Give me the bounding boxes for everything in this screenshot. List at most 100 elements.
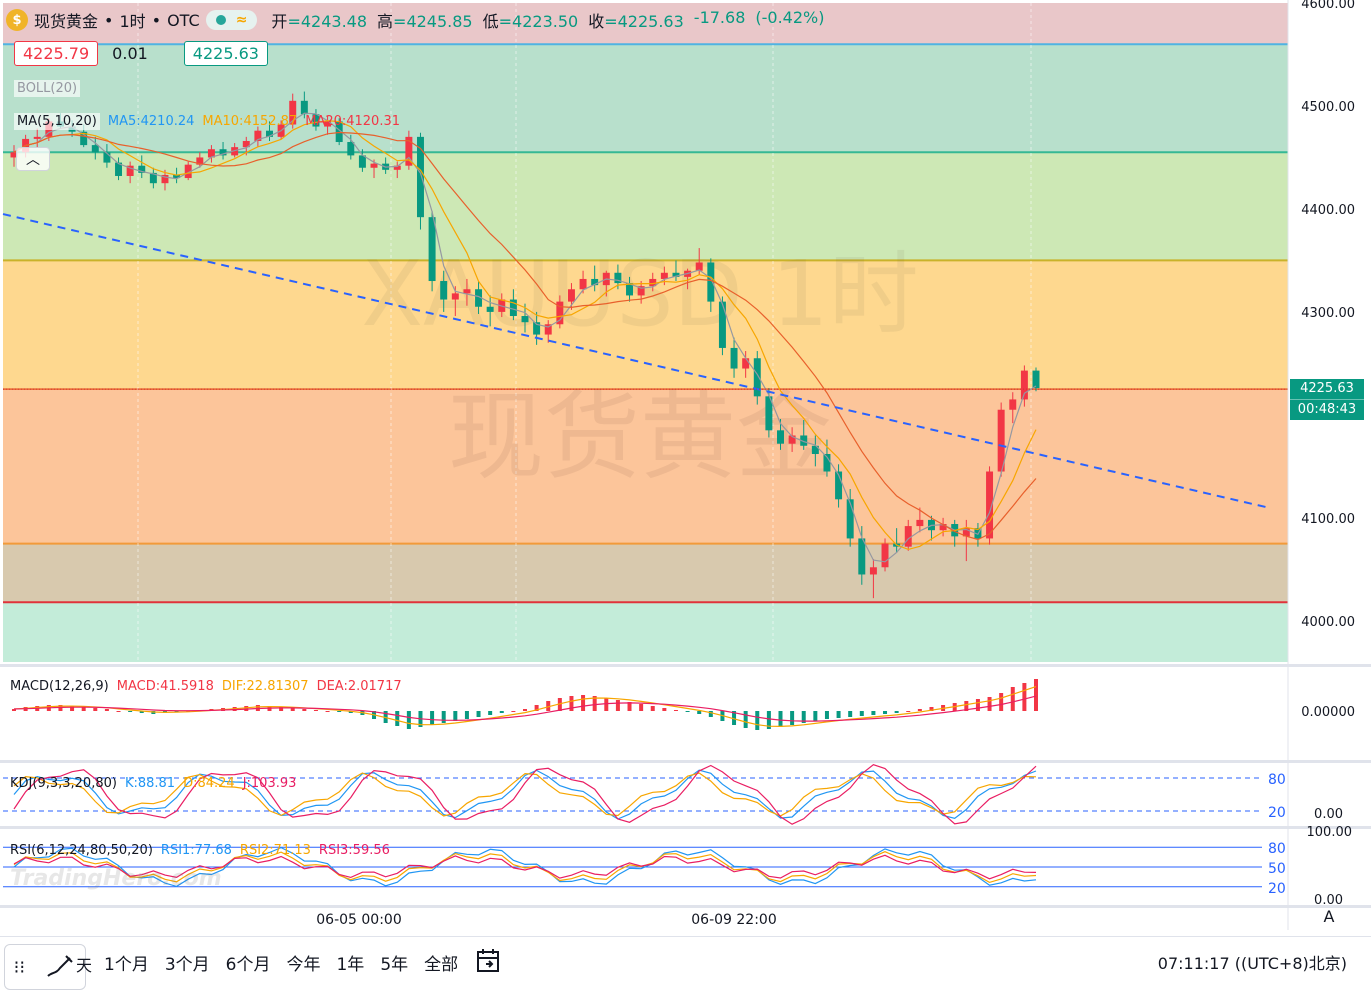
y-tick-label: 4500.00 [1301, 100, 1355, 115]
last-price-value: 4225.63 [1300, 381, 1354, 396]
rsi-level-label: 50 [1268, 861, 1286, 877]
symbol-name[interactable]: 现货黄金 [34, 8, 98, 32]
dif-value: DIF:22.81307 [221, 679, 309, 694]
macd-histogram-bar [650, 706, 655, 711]
macd-histogram-bar [743, 711, 748, 728]
macd-histogram-bar [662, 708, 667, 711]
gold-coin-icon: $ [6, 9, 28, 31]
macd-histogram-bar [883, 711, 888, 714]
macd-histogram-bar [453, 711, 458, 721]
separator-dot: • [151, 10, 162, 30]
rsi-legend[interactable]: RSI(6,12,24,80,50,20) RSI1:77.68 RSI2:71… [10, 843, 390, 858]
macd-histogram-bar [836, 711, 841, 718]
macd-histogram-bar [1022, 683, 1027, 711]
macd-histogram-bar [430, 711, 435, 725]
macd-histogram-bar [511, 711, 516, 712]
open-label: 开 [271, 12, 288, 31]
j-value: J:103.93 [242, 776, 297, 791]
range-6m[interactable]: 6个月 [226, 950, 271, 975]
ma-legend[interactable]: MA(5,10,20) MA5:4210.24 MA10:4152.87 MA2… [14, 113, 400, 130]
macd-histogram-bar [975, 699, 980, 711]
macd-histogram-bar [917, 709, 922, 711]
candle-body [1009, 399, 1017, 410]
range-3m[interactable]: 3个月 [165, 950, 210, 975]
brand-watermark: TradingHero.com [10, 866, 222, 891]
x-tick-label: 06-09 22:00 [691, 912, 776, 928]
macd-histogram-bar [790, 711, 795, 725]
close-label: 收 [588, 12, 605, 31]
kdj-title: KDJ(9,3,3,20,80) [10, 776, 117, 791]
macd-histogram-bar [871, 711, 876, 715]
auto-scale-button[interactable]: A [1318, 906, 1340, 928]
candle-body [916, 519, 924, 527]
rsi1-value: RSI1:77.68 [160, 843, 232, 858]
range-cut-label[interactable]: 天 [76, 952, 92, 976]
macd-histogram-bar [581, 695, 586, 711]
low-value: =4223.50 [498, 12, 579, 31]
macd-histogram-bar [104, 709, 109, 711]
macd-legend[interactable]: MACD(12,26,9) MACD:41.5918 DIF:22.81307 … [10, 679, 402, 694]
ma-title: MA(5,10,20) [14, 113, 100, 130]
candle-body [660, 272, 668, 279]
candle-body [428, 217, 436, 282]
macd-histogram-bar [755, 711, 760, 730]
candle-body [1032, 370, 1040, 389]
range-ytd[interactable]: 今年 [286, 950, 320, 975]
sell-price-button[interactable]: 4225.79 [14, 41, 99, 66]
pane-separator [0, 664, 1371, 667]
buy-price-button[interactable]: 4225.63 [183, 41, 268, 66]
timezone-clock[interactable]: 07:11:17 ((UTC+8)北京) [1158, 950, 1347, 974]
macd-histogram-bar [93, 708, 98, 711]
interval-label[interactable]: 1时 [119, 8, 145, 32]
macd-histogram-bar [615, 700, 620, 711]
macd-histogram-bar [476, 711, 481, 717]
y-tick-label: 4000.00 [1301, 615, 1355, 630]
macd-histogram-bar [128, 711, 133, 712]
y-tick-label: 4300.00 [1301, 306, 1355, 321]
macd-histogram-bar [523, 709, 527, 711]
candle-body [742, 358, 750, 369]
y-tick-label: 4600.00 [1301, 0, 1355, 12]
range-all[interactable]: 全部 [424, 950, 458, 975]
macd-histogram-bar [999, 693, 1004, 711]
chart-root[interactable]: XAUUSD 1时现货黄金4000.004100.004200.004300.0… [0, 0, 1371, 988]
kdj-legend[interactable]: KDJ(9,3,3,20,80) K:88.81 D:84.24 J:103.9… [10, 776, 296, 791]
candle-body [579, 278, 587, 290]
d-value: D:84.24 [183, 776, 235, 791]
boll-legend[interactable]: BOLL(20) [14, 80, 81, 97]
range-1y[interactable]: 1年 [336, 950, 364, 975]
chevron-up-icon: ︿ [26, 152, 40, 168]
range-1m[interactable]: 1个月 [104, 950, 149, 975]
macd-value: MACD:41.5918 [116, 679, 214, 694]
y-tick-label: 4100.00 [1301, 512, 1355, 527]
exchange-label: OTC [167, 10, 200, 30]
market-status-badge[interactable]: ≈ [205, 10, 258, 30]
macd-histogram-bar [406, 711, 411, 729]
time-range-selector: 1个月 3个月 6个月 今年 1年 5年 全部 [104, 950, 458, 975]
symbol-header: $ 现货黄金 • 1时 • OTC ≈ 开=4243.48 高=4245.85 … [6, 6, 824, 34]
candle-body [33, 136, 41, 139]
close-value: =4225.63 [604, 12, 684, 31]
boll-title: BOLL(20) [14, 80, 81, 97]
range-5y[interactable]: 5年 [380, 950, 408, 975]
candle-body [730, 347, 738, 369]
candle-body [567, 289, 575, 302]
price-band-green [3, 602, 1288, 662]
macd-title: MACD(12,26,9) [10, 679, 109, 694]
collapse-legend-button[interactable]: ︿ [16, 147, 50, 171]
macd-histogram-bar [859, 711, 864, 716]
macd-dea-line [13, 695, 1037, 722]
candle-body [91, 145, 99, 153]
candle-body [440, 281, 448, 300]
grip-icon[interactable]: ⁝⁝ [14, 957, 25, 978]
change-value: -17.68 [693, 8, 746, 27]
candle-body [718, 301, 726, 348]
candle-body [370, 163, 378, 168]
brush-icon[interactable] [42, 952, 76, 982]
macd-histogram-bar [488, 711, 493, 715]
chart-canvas[interactable]: XAUUSD 1时现货黄金4000.004100.004200.004300.0… [0, 0, 1371, 988]
candle-body [521, 316, 529, 323]
open-value: =4243.48 [287, 12, 368, 31]
calendar-goto-icon[interactable] [476, 948, 500, 974]
drawing-toolbar[interactable]: ⁝⁝ [4, 944, 86, 990]
